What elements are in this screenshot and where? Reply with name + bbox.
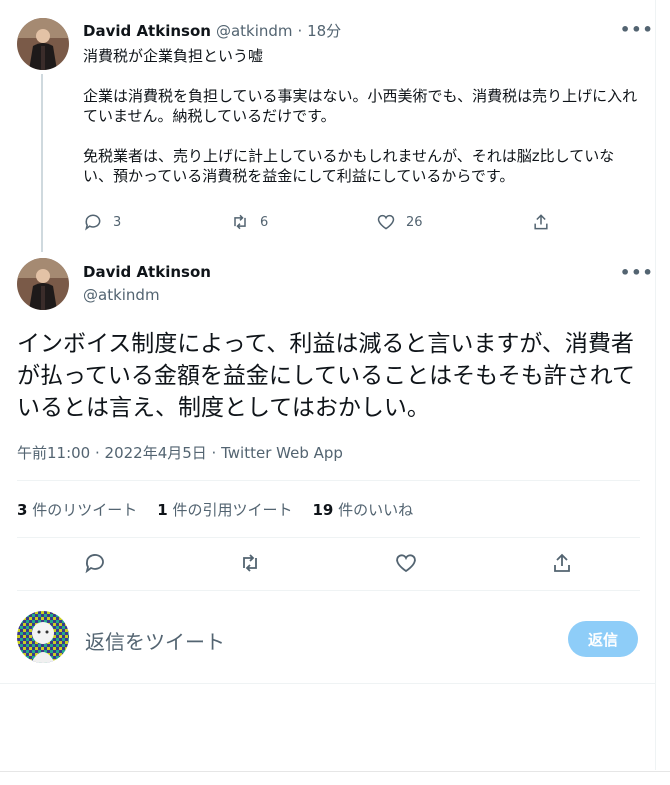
parent-like-action[interactable]: 26 [376,212,423,232]
divider [17,537,640,538]
parent-tweet-text: 消費税が企業負担という嘘 企業は消費税を負担している事実はない。小西美術でも、消… [83,47,638,185]
quotes-stat[interactable]: 1 件の引用ツイート [157,499,292,520]
retweet-icon [234,214,246,230]
main-tweet-text: インボイス制度によって、利益は減ると言いますが、消費者が払っている金額を益金にし… [17,331,636,421]
divider [17,590,640,591]
main-more-icon[interactable]: ••• [620,263,654,282]
share-icon [554,553,570,572]
engagement-stats: 3 件のリツイート 1 件の引用ツイート 19 件のいいね [17,499,413,520]
main-retweet-button[interactable] [238,551,262,579]
parent-avatar[interactable] [17,18,69,70]
heart-icon [396,554,416,573]
heart-icon [377,214,395,230]
parent-author-handle[interactable]: @atkindm [216,22,293,40]
tweet-meta[interactable]: 午前11:00 · 2022年4月5日 · Twitter Web App [17,442,343,463]
main-share-button[interactable] [550,551,574,579]
main-author-handle[interactable]: @atkindm [83,286,160,304]
parent-reply-action[interactable]: 3 [83,212,121,232]
main-like-button[interactable] [394,551,418,579]
reply-submit-button[interactable]: 返信 [568,621,638,657]
divider [0,683,655,684]
bottom-border [0,771,670,772]
parent-like-count: 26 [406,214,423,230]
reply-icon [85,554,104,574]
divider [17,480,640,481]
parent-retweet-count: 6 [260,214,269,230]
main-reply-button[interactable] [83,551,107,579]
parent-header: David Atkinson @atkindm · 18分 [83,20,341,41]
main-author-name[interactable]: David Atkinson [83,263,211,281]
parent-more-icon[interactable]: ••• [620,20,654,39]
parent-timestamp[interactable]: · 18分 [298,20,342,41]
my-avatar[interactable] [17,611,69,663]
reply-icon [85,214,101,231]
main-avatar[interactable] [17,258,69,310]
parent-share-action[interactable] [531,212,551,232]
retweets-stat[interactable]: 3 件のリツイート [17,499,137,520]
parent-author-name[interactable]: David Atkinson [83,22,211,40]
reply-input[interactable]: 返信をツイート [85,626,225,655]
share-icon [534,214,548,230]
parent-reply-count: 3 [113,214,122,230]
likes-stat[interactable]: 19 件のいいね [312,499,413,520]
parent-retweet-action[interactable]: 6 [230,212,268,232]
thread-line [41,74,43,252]
column-border [655,0,656,770]
retweet-icon [243,554,257,572]
